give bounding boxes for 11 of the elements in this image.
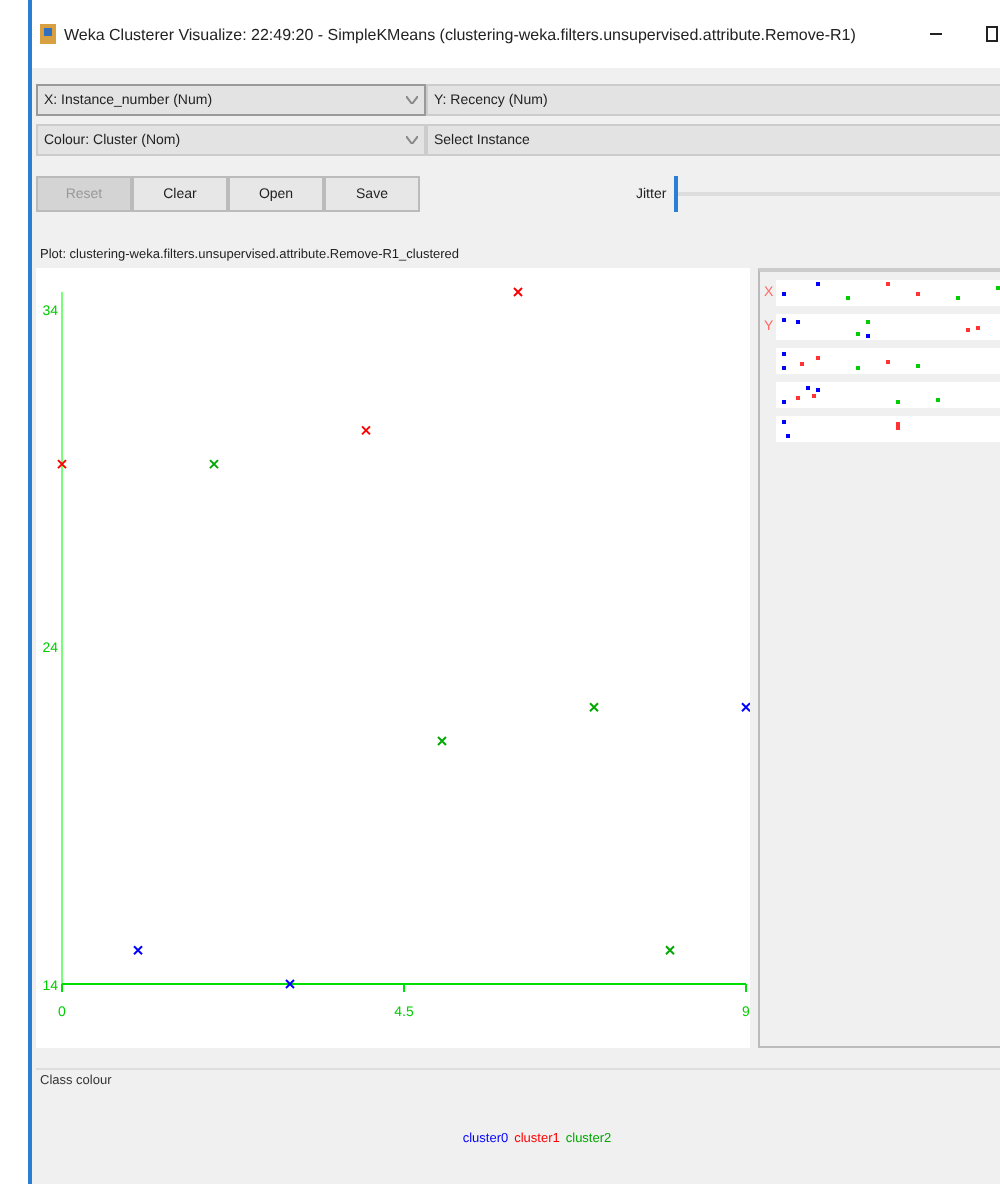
maximize-icon[interactable] <box>982 24 1000 44</box>
mini-scatter-drawing[interactable] <box>776 313 1000 339</box>
mini-scatter-drawing[interactable] <box>776 279 1000 305</box>
slider-thumb[interactable] <box>674 176 679 212</box>
mini-scatter-drawing[interactable] <box>776 347 1000 373</box>
caret-icon <box>406 136 418 144</box>
caret-icon <box>406 96 418 104</box>
mini-scatter-drawing[interactable] <box>776 415 1000 441</box>
app-icon <box>40 24 56 44</box>
mini-scatter-drawing[interactable] <box>776 381 1000 407</box>
window-title: Weka Clusterer Visualize: 22:49:20 - SimpleKMeans (clustering-weka.filters.unsupervised.attribute.Remove-R1) <box>64 25 858 43</box>
